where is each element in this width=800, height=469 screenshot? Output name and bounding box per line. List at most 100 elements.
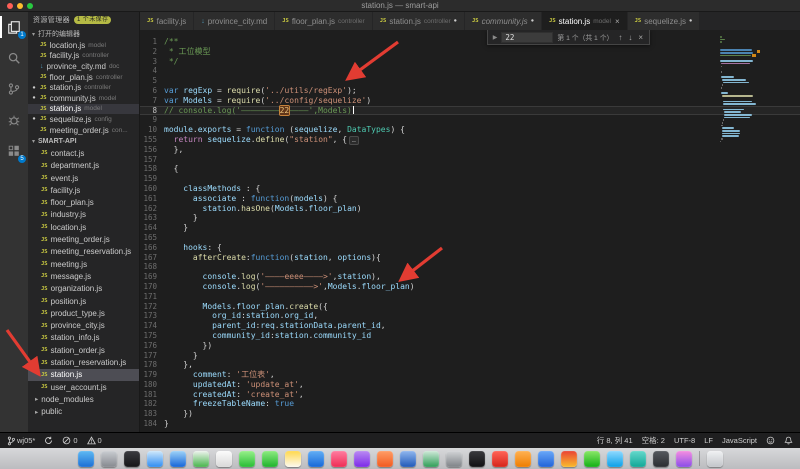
find-next-button[interactable]: ↓ <box>627 33 633 42</box>
code-line[interactable]: 183 }) <box>140 409 800 419</box>
open-editor-item[interactable]: JS facility.js controller <box>28 51 139 62</box>
open-editor-item[interactable]: JS meeting_order.js con... <box>28 125 139 136</box>
code-line[interactable]: 162 station.hasOne(Models.floor_plan) <box>140 204 800 214</box>
tree-item[interactable]: JS event.js <box>28 172 139 184</box>
code-line[interactable]: 10 module.exports = function (sequelize, … <box>140 125 800 135</box>
tree-item[interactable]: JS product_type.js <box>28 307 139 319</box>
code-line[interactable]: 175 community_id:station.community_id <box>140 331 800 341</box>
code-line[interactable]: 172 Models.floor_plan.create({ <box>140 302 800 312</box>
open-editors-header[interactable]: ▾ 打开的编辑器 <box>28 28 139 40</box>
open-editor-item[interactable]: ● JS station.js controller <box>28 82 139 93</box>
code-line[interactable]: 1 /** <box>140 37 800 47</box>
cursor-position[interactable]: 行 8, 列 41 <box>597 435 633 446</box>
code-line[interactable]: 157 <box>140 155 800 165</box>
tree-item[interactable]: JS meeting_order.js <box>28 233 139 245</box>
dock-icon-trash[interactable] <box>706 450 723 467</box>
tree-item[interactable]: JS station.js <box>28 368 139 381</box>
dock-icon-red-app[interactable] <box>491 450 508 467</box>
dock-icon-launchpad[interactable] <box>100 450 117 467</box>
dock-icon-dark-app[interactable] <box>652 450 669 467</box>
tree-item[interactable]: JS industry.js <box>28 209 139 221</box>
editor-tab[interactable]: JS floor_plan.js controller <box>275 12 373 30</box>
dock-icon-wechat[interactable] <box>583 450 600 467</box>
tree-item[interactable]: JS station_order.js <box>28 344 139 356</box>
code-line[interactable]: 180 updatedAt: 'update_at', <box>140 380 800 390</box>
dock-icon-safari[interactable] <box>146 450 163 467</box>
code-line[interactable]: 161 associate : function(models) { <box>140 194 800 204</box>
indentation-status[interactable]: 空格: 2 <box>642 435 665 446</box>
code-line[interactable]: 165 <box>140 233 800 243</box>
code-line[interactable]: 6 var regExp = require('../utils/regExp')… <box>140 86 800 96</box>
code-line[interactable]: 8 // console.log('————————22————',Models) <box>140 105 800 116</box>
code-line[interactable]: 160 classMethods : { <box>140 184 800 194</box>
code-line[interactable]: 4 <box>140 66 800 76</box>
dock-icon-podcasts[interactable] <box>353 450 370 467</box>
dock-icon-terminal[interactable] <box>468 450 485 467</box>
language-mode[interactable]: JavaScript <box>722 436 757 445</box>
tree-item[interactable]: JS meeting.js <box>28 258 139 270</box>
find-previous-button[interactable]: ↑ <box>617 33 623 42</box>
dock-icon-music[interactable] <box>330 450 347 467</box>
tree-item[interactable]: JS meeting_reservation.js <box>28 246 139 258</box>
code-line[interactable]: 173 org_id:station.org_id, <box>140 311 800 321</box>
tree-item[interactable]: JS station_reservation.js <box>28 356 139 368</box>
editor-tab[interactable]: ↓ province_city.md <box>194 12 276 30</box>
tree-item[interactable]: JS floor_plan.js <box>28 197 139 209</box>
dock-icon-books[interactable] <box>376 450 393 467</box>
tree-item[interactable]: JS location.js <box>28 221 139 233</box>
eol-status[interactable]: LF <box>704 436 713 445</box>
warning-status[interactable]: 0 <box>86 436 102 445</box>
dock-icon-facetime[interactable] <box>261 450 278 467</box>
editor-tab[interactable]: JS facility.js <box>140 12 195 30</box>
toggle-replace-icon[interactable]: ▶ <box>493 34 498 41</box>
editor-tab[interactable]: JS station.js model × <box>542 12 628 30</box>
dock-icon-maps[interactable] <box>192 450 209 467</box>
code-line[interactable]: 7 var Models = require('../config/sequeli… <box>140 96 800 106</box>
code-line[interactable]: 155 return sequelize.define("station", {… <box>140 135 800 145</box>
find-close-button[interactable]: × <box>637 33 644 42</box>
code-line[interactable]: 174 parent_id:req.stationData.parent_id, <box>140 321 800 331</box>
code-line[interactable]: 181 createdAt: 'create_at', <box>140 390 800 400</box>
tree-item[interactable]: JS user_account.js <box>28 381 139 393</box>
tree-item[interactable]: JS message.js <box>28 270 139 282</box>
dock-icon-mail[interactable] <box>169 450 186 467</box>
sync-status[interactable] <box>44 436 53 445</box>
code-line[interactable]: 178 }, <box>140 360 800 370</box>
tree-item[interactable]: JS organization.js <box>28 283 139 295</box>
feedback-smiley-button[interactable] <box>766 436 775 445</box>
code-line[interactable]: 184} <box>140 419 800 429</box>
minimize-window-button[interactable] <box>17 3 23 9</box>
tree-item[interactable]: ▸ public <box>28 406 139 418</box>
code-line[interactable]: 171 <box>140 292 800 302</box>
code-line[interactable]: 156 }, <box>140 145 800 155</box>
dock-icon-finder[interactable] <box>77 450 94 467</box>
code-line[interactable]: 163 } <box>140 213 800 223</box>
debug-activity-button[interactable] <box>0 109 28 131</box>
tree-item[interactable]: JS facility.js <box>28 184 139 196</box>
code-line[interactable]: 9 <box>140 115 800 125</box>
dock-icon-messages[interactable] <box>238 450 255 467</box>
code-line[interactable]: 182 freezeTableName: true <box>140 399 800 409</box>
code-line[interactable]: 5 <box>140 76 800 86</box>
dock-icon-qq[interactable] <box>606 450 623 467</box>
code-line[interactable]: 167 afterCreate:function(station, option… <box>140 253 800 263</box>
open-editor-item[interactable]: ● JS sequelize.js config <box>28 114 139 125</box>
editor-tab[interactable]: JS station.js controller ● <box>372 12 465 30</box>
zoom-window-button[interactable] <box>27 3 33 9</box>
code-line[interactable]: 158 { <box>140 164 800 174</box>
error-status[interactable]: 0 <box>62 436 78 445</box>
editor-tab[interactable]: JS community.js ● <box>464 12 543 30</box>
extensions-activity-button[interactable]: 5 <box>0 140 28 163</box>
dock-icon-system-preferences[interactable] <box>445 450 462 467</box>
editor-tab[interactable]: JS sequelize.js ● <box>627 12 701 30</box>
code-line[interactable]: 179 comment: '工位表', <box>140 370 800 380</box>
tree-item[interactable]: JS province_city.js <box>28 320 139 332</box>
dock-icon-orange-app[interactable] <box>514 450 531 467</box>
close-icon[interactable]: × <box>615 17 620 26</box>
dock-icon-purple-app[interactable] <box>675 450 692 467</box>
code-line[interactable]: 159 <box>140 174 800 184</box>
code-line[interactable]: 166 hooks: { <box>140 243 800 253</box>
tree-item[interactable]: JS position.js <box>28 295 139 307</box>
close-window-button[interactable] <box>7 3 13 9</box>
explorer-activity-button[interactable]: 1 <box>0 16 28 39</box>
